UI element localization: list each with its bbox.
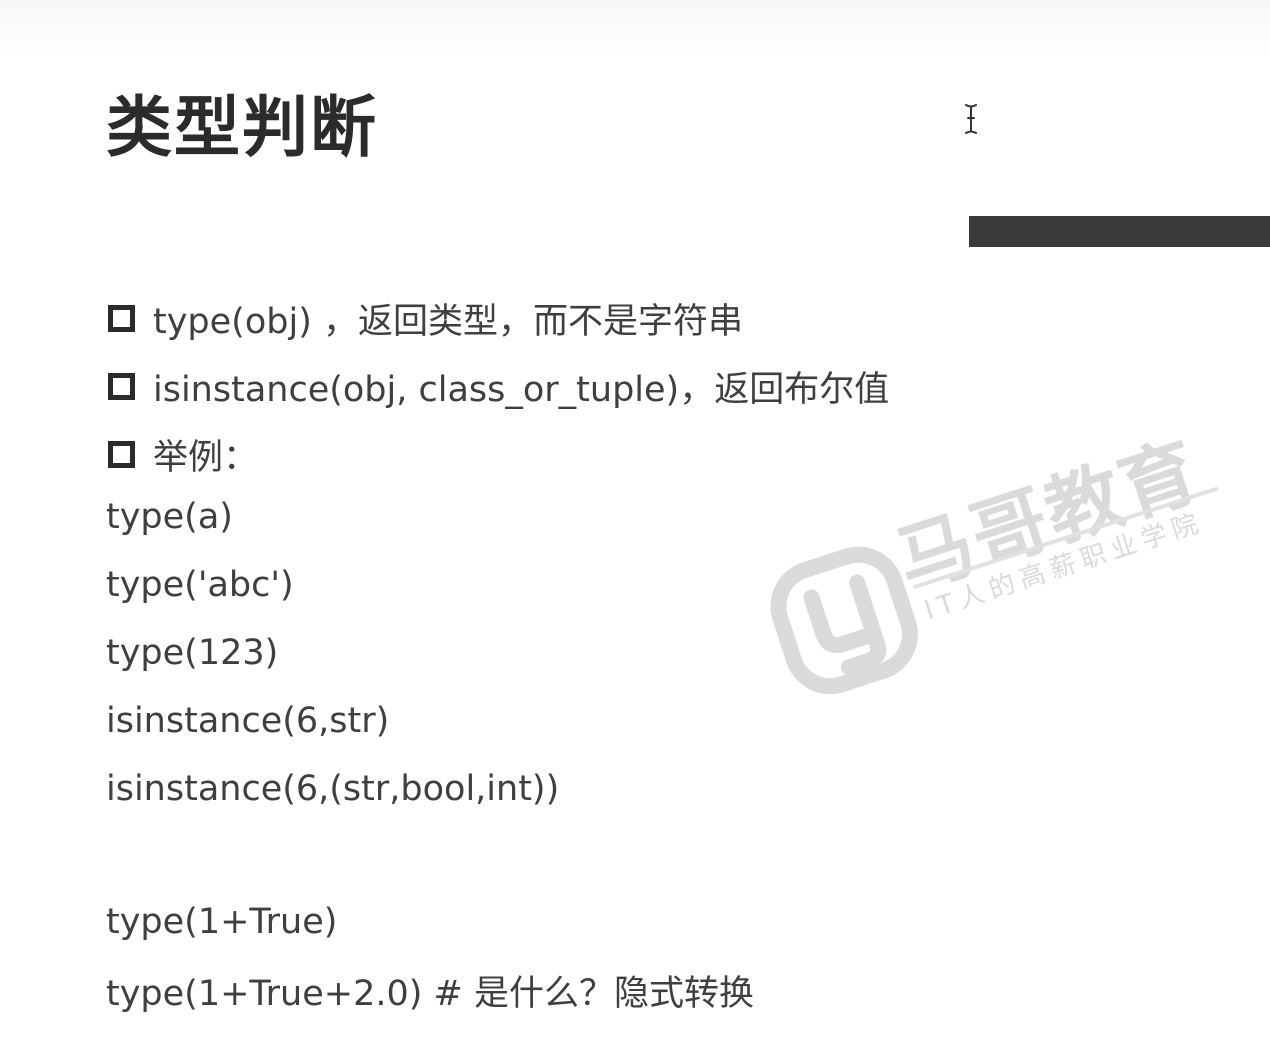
hollow-square-bullet-icon: [108, 440, 135, 468]
bullet-item: isinstance(obj, class_or_tuple)，返回布尔值: [108, 352, 889, 420]
code-line: isinstance(6,str): [106, 701, 390, 741]
slide-title: 类型判断: [106, 89, 378, 166]
text-cursor-icon: [958, 102, 984, 136]
code-line: type('abc'): [106, 565, 294, 605]
hollow-square-bullet-icon: [108, 304, 135, 332]
accent-bar: [969, 216, 1270, 247]
bullet-text: 举例：: [153, 437, 259, 478]
bullet-item: type(obj) ，返回类型，而不是字符串: [108, 284, 889, 352]
code-line: type(a): [106, 497, 233, 537]
code-line: type(1+True): [106, 902, 338, 942]
code-line: isinstance(6,(str,bool,int)): [106, 769, 560, 809]
code-examples-2: type(1+True) type(1+True+2.0) # 是什么？隐式转换: [106, 888, 754, 1024]
code-line: type(1+True+2.0) # 是什么？隐式转换: [106, 973, 754, 1014]
slide: 类型判断 type(obj) ，返回类型，而不是字符串 isinstance(o…: [0, 0, 1270, 1046]
code-line: type(123): [106, 633, 279, 673]
bullet-text: type(obj) ，返回类型，而不是字符串: [153, 301, 743, 342]
bullet-text: isinstance(obj, class_or_tuple)，返回布尔值: [153, 369, 890, 410]
code-examples: type(a) type('abc') type(123) isinstance…: [106, 483, 559, 823]
hollow-square-bullet-icon: [108, 372, 135, 400]
